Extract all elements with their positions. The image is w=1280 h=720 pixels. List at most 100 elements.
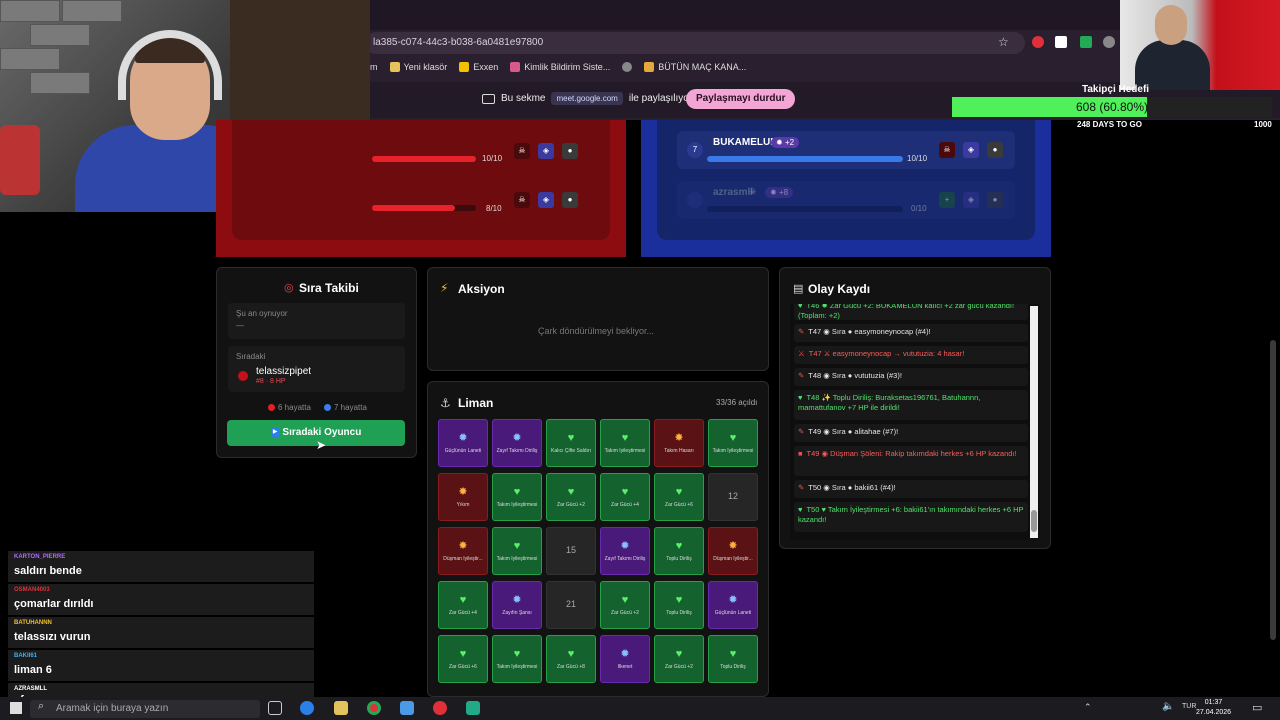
shield-icon[interactable]: ◈ bbox=[963, 142, 979, 158]
next-player-box: Sıradaki telassizpipet #8 · 8 HP bbox=[228, 346, 405, 392]
harbor-tile-unopened[interactable]: 12 bbox=[708, 473, 758, 521]
harbor-tile[interactable]: ✹ Güçlünün Laneti bbox=[708, 581, 758, 629]
app-icon[interactable] bbox=[466, 701, 480, 715]
shield-icon[interactable]: ◈ bbox=[538, 143, 554, 159]
bookmark-item[interactable]: Kimlik Bildirim Siste... bbox=[510, 58, 610, 76]
skull-icon[interactable]: ☠ bbox=[514, 143, 530, 159]
harbor-tile[interactable]: ♥ Zar Gücü +2 bbox=[546, 473, 596, 521]
harbor-tile[interactable]: ♥ Toplu Diriliş bbox=[654, 581, 704, 629]
edge-icon[interactable] bbox=[300, 701, 314, 715]
skull-icon[interactable]: ☠ bbox=[514, 192, 530, 208]
shield-icon[interactable]: ◈ bbox=[963, 192, 979, 208]
shield-icon[interactable]: ◈ bbox=[538, 192, 554, 208]
extension-icon[interactable] bbox=[1080, 36, 1092, 48]
share-domain: meet.google.com bbox=[551, 92, 623, 105]
harbor-tile[interactable]: ♥ Zar Gücü +6 bbox=[438, 635, 488, 683]
circle-icon[interactable]: ● bbox=[987, 142, 1003, 158]
heart-icon: ♥ bbox=[729, 432, 737, 444]
share-prefix: Bu sekme bbox=[501, 93, 546, 104]
log-scrollbar[interactable] bbox=[1030, 306, 1038, 538]
harbor-tile[interactable]: ✸ Yıkım bbox=[438, 473, 488, 521]
harbor-tile[interactable]: ♥ Zar Gücü +2 bbox=[654, 635, 704, 683]
harbor-tile[interactable]: ♥ Toplu Diriliş bbox=[708, 635, 758, 683]
explosion-icon: ✸ bbox=[458, 540, 468, 552]
harbor-tile[interactable]: ✸ Takım Hasarı bbox=[654, 419, 704, 467]
harbor-tile[interactable]: ♥ Zar Gücü +2 bbox=[600, 581, 650, 629]
chat-text: telassızı vurun bbox=[14, 631, 91, 643]
harbor-tile[interactable]: ♥ Zar Gücü +6 bbox=[654, 473, 704, 521]
heart-icon: ♥ bbox=[567, 486, 575, 498]
extension-icon[interactable] bbox=[1103, 36, 1115, 48]
volume-icon[interactable]: 🔈 bbox=[1162, 701, 1174, 712]
hp-fill bbox=[707, 156, 903, 162]
bookmark-item[interactable] bbox=[622, 58, 633, 76]
app-icon[interactable] bbox=[400, 701, 414, 715]
chat-text: saldırı bende bbox=[14, 565, 82, 577]
log-scrollbar-thumb[interactable] bbox=[1031, 510, 1037, 532]
circle-icon[interactable]: ● bbox=[987, 192, 1003, 208]
extension-icon[interactable] bbox=[1032, 36, 1044, 48]
extension-icon[interactable] bbox=[1055, 36, 1067, 48]
harbor-tile[interactable]: ✹ Zayıf Takımı Diriliş bbox=[492, 419, 542, 467]
harbor-tile[interactable]: ♥ Zar Gücü +8 bbox=[546, 635, 596, 683]
harbor-tile[interactable]: ✸ Düşman İyileştir... bbox=[438, 527, 488, 575]
team-dot-icon bbox=[238, 371, 248, 381]
windows-start-icon[interactable] bbox=[10, 702, 22, 714]
circle-icon[interactable]: ● bbox=[562, 192, 578, 208]
hp-fill bbox=[372, 205, 456, 211]
harbor-tile[interactable]: ♥ Kalıcı Çifte Saldırı bbox=[546, 419, 596, 467]
orb-icon: ✹ bbox=[728, 594, 738, 606]
file-explorer-icon[interactable] bbox=[334, 701, 348, 715]
blue-player-row: 7 BUKAMELUN ✹ +2 10/10 ☠ ◈ ● bbox=[677, 131, 1015, 169]
input-language[interactable]: TUR bbox=[1182, 703, 1196, 710]
page-scrollbar[interactable] bbox=[1270, 340, 1276, 640]
red-team-panel bbox=[216, 120, 626, 257]
harbor-tile[interactable]: ✹ Güçlünün Laneti bbox=[438, 419, 488, 467]
harbor-tile[interactable]: ♥ Zar Gücü +4 bbox=[600, 473, 650, 521]
stop-sharing-button[interactable]: Paylaşmayı durdur bbox=[686, 89, 796, 109]
bookmark-item[interactable]: Yeni klasör bbox=[389, 58, 447, 76]
jp-icon bbox=[644, 62, 655, 72]
harbor-tile-unopened[interactable]: 15 bbox=[546, 527, 596, 575]
harbor-tile[interactable]: ✹ Zayıfın Şansı bbox=[492, 581, 542, 629]
skull-icon[interactable]: ☠ bbox=[939, 142, 955, 158]
harbor-tile[interactable]: ✹ İlkenet bbox=[600, 635, 650, 683]
harbor-tile[interactable]: ✹ Zayıf Takımı Diriliş bbox=[600, 527, 650, 575]
event-log-list[interactable]: ♥ T46 ✹ Zar Gücü +2: BUKAMELUN kalıcı +2 … bbox=[790, 304, 1040, 540]
tile-label: Zar Gücü +2 bbox=[665, 664, 693, 670]
harbor-tile[interactable]: ♥ Takım İyileştirmesi bbox=[492, 473, 542, 521]
harbor-tile[interactable]: ♥ Takım İyileştirmesi bbox=[492, 527, 542, 575]
tray-chevron-icon[interactable]: ⌃ bbox=[1084, 702, 1092, 713]
clock-date: 27.04.2026 bbox=[1196, 709, 1232, 716]
harbor-tile[interactable]: ♥ Takım İyileştirmesi bbox=[600, 419, 650, 467]
log-entry: ⚔ T47 ⚔ easymoneynocap → vututuzia: 4 has… bbox=[794, 346, 1028, 364]
tile-label: Takım İyileştirmesi bbox=[496, 664, 538, 670]
harbor-tile[interactable]: ♥ Takım İyileştirmesi bbox=[492, 635, 542, 683]
notification-icon[interactable]: ▭ bbox=[1252, 701, 1262, 714]
bookmark-item[interactable]: Exxen bbox=[459, 58, 498, 76]
task-view-icon[interactable] bbox=[268, 701, 282, 715]
circle-icon[interactable]: ● bbox=[562, 143, 578, 159]
bookmark-item[interactable]: BÜTÜN MAÇ KANA... bbox=[644, 58, 746, 76]
action-waiting-text: Çark döndürülmeyi bekliyor... bbox=[538, 326, 655, 336]
next-player-detail: #8 · 8 HP bbox=[256, 378, 286, 385]
explosion-icon: ✸ bbox=[674, 432, 684, 444]
tile-label: Zar Gücü +4 bbox=[611, 502, 639, 508]
bookmark-star-icon[interactable]: ☆ bbox=[998, 35, 1009, 49]
orb-icon: ✹ bbox=[512, 432, 522, 444]
harbor-tile[interactable]: ♥ Takım İyileştirmesi bbox=[708, 419, 758, 467]
harbor-tile[interactable]: ✸ Düşman İyileştir... bbox=[708, 527, 758, 575]
harbor-tile[interactable]: ♥ Toplu Diriliş bbox=[654, 527, 704, 575]
chrome-icon[interactable] bbox=[367, 701, 381, 715]
orb-icon: ✹ bbox=[512, 594, 522, 606]
now-playing-value: — bbox=[236, 321, 244, 330]
address-bar[interactable]: la385-c074-44c3-b038-6a0481e97800 bbox=[365, 32, 1025, 54]
harbor-tile[interactable]: ♥ Zar Gücü +4 bbox=[438, 581, 488, 629]
taskbar-search[interactable]: Aramak için buraya yazın bbox=[30, 700, 260, 718]
taskbar-clock[interactable]: 01:37 27.04.2026 bbox=[1196, 698, 1231, 718]
harbor-tile-unopened[interactable]: 21 bbox=[546, 581, 596, 629]
current-player-box: Şu an oynuyor — bbox=[228, 303, 405, 339]
heart-icon: ♥ bbox=[729, 648, 737, 660]
obs-icon[interactable] bbox=[433, 701, 447, 715]
heal-icon[interactable]: + bbox=[939, 192, 955, 208]
